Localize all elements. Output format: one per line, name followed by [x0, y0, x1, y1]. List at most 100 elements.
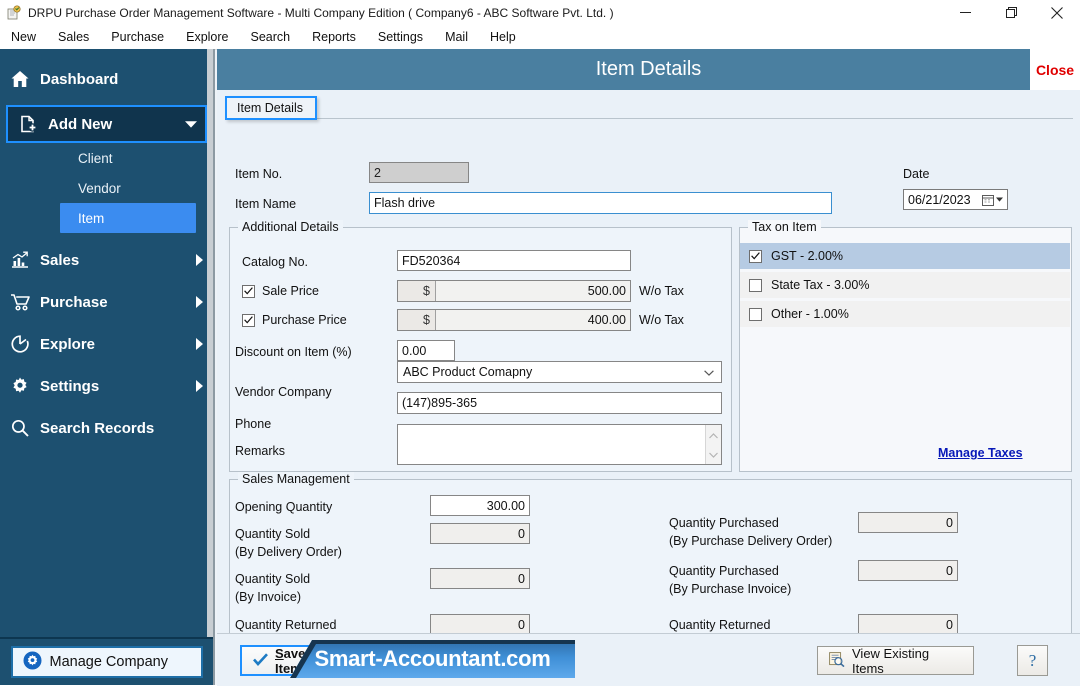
sidebar-label-add-new: Add New — [48, 115, 113, 133]
sidebar-subitem-vendor[interactable]: Vendor — [0, 173, 213, 203]
item-name-input[interactable]: Flash drive — [369, 192, 832, 214]
content-panel: Item Details Close Item Details Item No.… — [217, 49, 1080, 685]
view-existing-items-label: View Existing Items — [852, 645, 930, 676]
help-icon: ? — [1028, 650, 1037, 670]
sidebar-label-explore: Explore — [40, 335, 96, 353]
sidebar-item-search-records[interactable]: Search Records — [0, 407, 213, 449]
title-bar: DRPU Purchase Order Management Software … — [0, 0, 1080, 26]
discount-input[interactable]: 0.00 — [397, 340, 455, 361]
opening-quantity-input[interactable]: 300.00 — [430, 495, 530, 516]
date-picker[interactable]: 06/21/2023 — [903, 189, 1008, 210]
purchase-price-tax-note: W/o Tax — [639, 313, 684, 327]
tab-strip: Item Details — [225, 96, 1073, 120]
label-opening-quantity: Opening Quantity — [235, 500, 333, 514]
quantity-sold-delivery-order-input[interactable]: 0 — [430, 523, 530, 544]
calendar-icon[interactable] — [982, 194, 1003, 206]
sidebar-subitem-item[interactable]: Item — [60, 203, 196, 233]
label-quantity-returned: Quantity Returned — [235, 618, 337, 632]
menu-item-explore[interactable]: Explore — [175, 28, 239, 46]
form-area: Item Details Item No. 2 Item Name Flash … — [217, 90, 1080, 680]
search-icon — [0, 418, 40, 438]
date-value: 06/21/2023 — [908, 192, 971, 207]
tax-gst-label: GST - 2.00% — [771, 249, 844, 263]
tab-item-details[interactable]: Item Details — [225, 96, 317, 120]
view-existing-items-button[interactable]: View Existing Items — [817, 645, 974, 676]
sidebar-item-add-new[interactable]: Add New — [6, 105, 207, 143]
sidebar-item-explore[interactable]: Explore — [0, 323, 213, 365]
tax-other-checkbox[interactable] — [749, 307, 762, 321]
tax-gst-checkbox[interactable] — [749, 249, 762, 263]
label-discount: Discount on Item (%) — [235, 345, 352, 359]
tax-other-label: Other - 1.00% — [771, 307, 849, 321]
sidebar-item-dashboard[interactable]: Dashboard — [0, 57, 213, 101]
menu-item-settings[interactable]: Settings — [367, 28, 434, 46]
sublabel-quantity-purchased-pi: (By Purchase Invoice) — [669, 582, 792, 596]
quantity-sold-invoice-input[interactable]: 0 — [430, 568, 530, 589]
brand-text: Smart-Accountant.com — [314, 646, 551, 671]
label-quantity-returned-purchase: Quantity Returned — [669, 618, 771, 632]
sidebar-scrollbar[interactable] — [207, 49, 213, 685]
remarks-scrollbar[interactable] — [705, 425, 721, 464]
vendor-company-value: ABC Product Comapny — [403, 365, 533, 379]
sidebar-item-purchase[interactable]: Purchase — [0, 281, 213, 323]
menu-item-new[interactable]: New — [0, 28, 47, 46]
add-document-icon — [8, 114, 48, 134]
menu-item-sales[interactable]: Sales — [47, 28, 100, 46]
save-item-accel: S — [275, 645, 284, 661]
app-icon — [6, 4, 22, 21]
sales-management-title: Sales Management — [238, 472, 354, 486]
label-phone: Phone — [235, 417, 272, 431]
sidebar-item-settings[interactable]: Settings — [0, 365, 213, 407]
purchase-price-field[interactable]: $ 400.00 — [397, 309, 631, 331]
window-controls — [942, 0, 1080, 25]
close-panel-button[interactable]: Close — [1030, 49, 1080, 90]
tax-item-gst[interactable]: GST - 2.00% — [740, 243, 1070, 269]
pie-chart-icon — [0, 334, 40, 354]
quantity-returned-input[interactable]: 0 — [430, 614, 530, 635]
quantity-purchased-delivery-order-input[interactable]: 0 — [858, 512, 958, 533]
sublabel-quantity-sold-do: (By Delivery Order) — [235, 545, 342, 559]
sale-price-tax-note: W/o Tax — [639, 284, 684, 298]
sidebar-item-sales[interactable]: Sales — [0, 239, 213, 281]
label-date: Date — [903, 167, 930, 181]
menu-item-reports[interactable]: Reports — [301, 28, 367, 46]
sidebar: Dashboard Add New Client Vendor Item Sal… — [0, 49, 215, 685]
menu-item-help[interactable]: Help — [479, 28, 527, 46]
quantity-purchased-invoice-input[interactable]: 0 — [858, 560, 958, 581]
menu-item-mail[interactable]: Mail — [434, 28, 479, 46]
manage-taxes-link[interactable]: Manage Taxes — [938, 446, 1023, 460]
caret-up-icon[interactable] — [709, 428, 718, 442]
caret-down-icon[interactable] — [709, 447, 718, 461]
list-search-icon — [829, 651, 845, 670]
remarks-textarea[interactable] — [397, 424, 722, 465]
label-purchase-price: Purchase Price — [262, 313, 347, 327]
purchase-price-checkbox-row[interactable]: Purchase Price — [242, 313, 347, 327]
bar-chart-icon — [0, 250, 40, 270]
phone-input[interactable]: (147)895-365 — [397, 392, 722, 414]
help-button[interactable]: ? — [1017, 645, 1048, 676]
tax-state-checkbox[interactable] — [749, 278, 762, 292]
menu-bar: New Sales Purchase Explore Search Report… — [0, 25, 1080, 50]
tax-item-state-tax[interactable]: State Tax - 3.00% — [740, 272, 1070, 298]
menu-item-purchase[interactable]: Purchase — [100, 28, 175, 46]
sale-price-checkbox[interactable] — [242, 284, 255, 298]
item-no-input[interactable]: 2 — [369, 162, 469, 183]
purchase-price-checkbox[interactable] — [242, 313, 255, 327]
sale-price-field[interactable]: $ 500.00 — [397, 280, 631, 302]
minimize-icon[interactable] — [942, 0, 988, 25]
close-icon[interactable] — [1034, 0, 1080, 25]
maximize-icon[interactable] — [988, 0, 1034, 25]
label-quantity-purchased-pi: Quantity Purchased — [669, 564, 779, 578]
menu-item-search[interactable]: Search — [240, 28, 302, 46]
tax-item-other[interactable]: Other - 1.00% — [740, 301, 1070, 327]
vendor-company-select[interactable]: ABC Product Comapny — [397, 361, 722, 383]
sale-price-value: 500.00 — [436, 281, 630, 301]
sidebar-subitem-client[interactable]: Client — [0, 143, 213, 173]
sidebar-footer: Manage Company — [0, 637, 213, 685]
quantity-returned-purchase-input[interactable]: 0 — [858, 614, 958, 635]
catalog-no-input[interactable]: FD520364 — [397, 250, 631, 271]
gear-circle-icon — [23, 651, 42, 674]
manage-company-button[interactable]: Manage Company — [10, 646, 203, 678]
sale-price-checkbox-row[interactable]: Sale Price — [242, 284, 319, 298]
sidebar-label-purchase: Purchase — [40, 293, 108, 311]
